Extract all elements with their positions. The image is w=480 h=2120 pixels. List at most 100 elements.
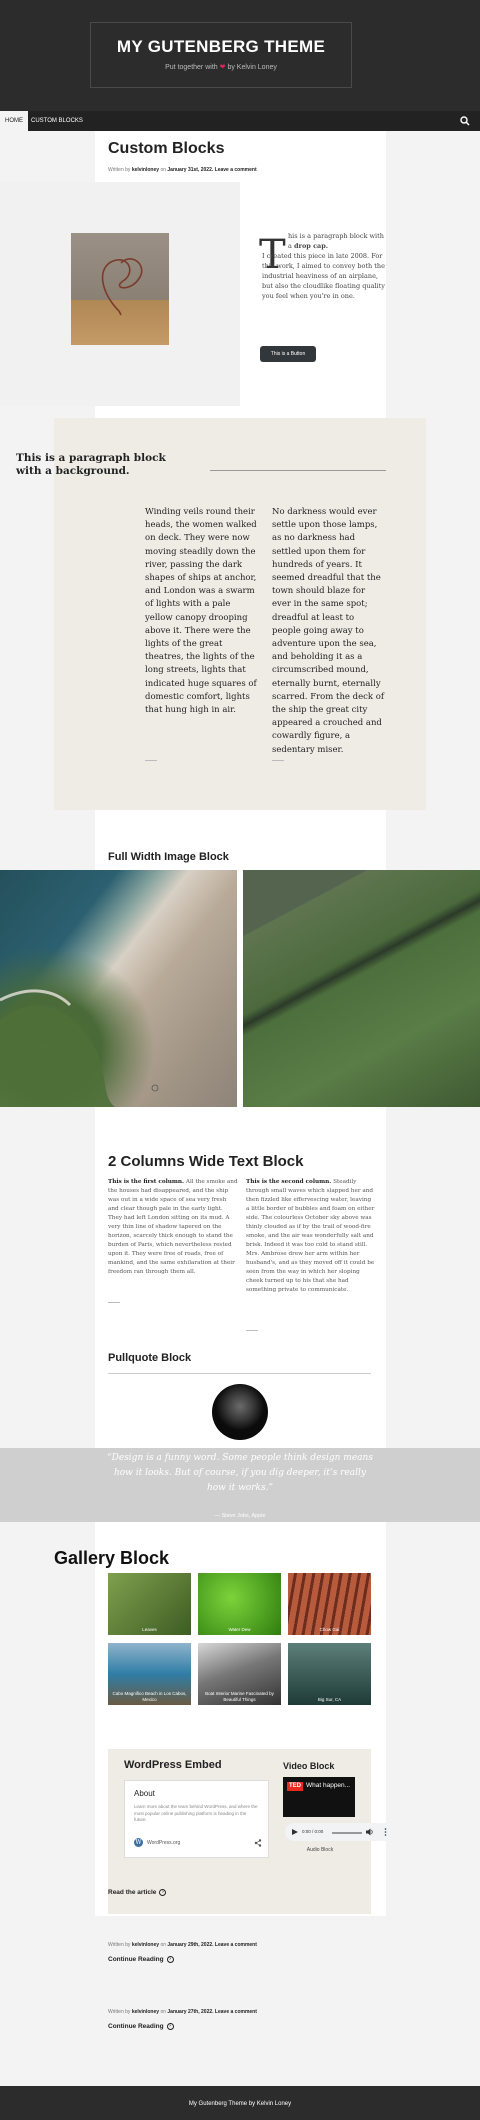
continue-reading-label: Continue Reading	[108, 1956, 164, 1964]
heart-icon: ❤	[219, 64, 226, 71]
gallery-item[interactable]: Chow Gai	[288, 1573, 371, 1635]
audio-caption: Audio Block	[306, 1847, 334, 1853]
column-left-text: All the smoke and the houses had disappe…	[108, 1179, 238, 1275]
gallery-item[interactable]: Water Dew	[198, 1573, 281, 1635]
field-aerial-image	[243, 870, 480, 1107]
post-meta: Written by kelvinloney on January 27th, …	[108, 2009, 257, 2015]
pullquote-title: Pullquote Block	[108, 1352, 192, 1364]
coast-aerial-image	[0, 870, 237, 1107]
gallery-item[interactable]: Big Sur, CA	[288, 1643, 371, 1705]
site-title[interactable]: MY GUTENBERG THEME	[91, 37, 351, 57]
meta-prefix: Written by	[108, 1942, 131, 1948]
arrow-right-icon: ›	[159, 1889, 167, 1896]
heading-rule	[210, 470, 386, 471]
tagline: Put together with ❤ by Kelvin Loney	[91, 63, 351, 71]
background-block-heading: This is a paragraph block with a backgro…	[16, 452, 166, 477]
embed-heading[interactable]: About	[134, 1789, 155, 1798]
meta-prefix: Written by	[108, 2009, 131, 2015]
post-separator	[95, 1983, 386, 1993]
author-link[interactable]: kelvinloney	[132, 1942, 159, 1948]
ted-logo: TED	[287, 1782, 303, 1791]
two-columns-title: 2 Columns Wide Text Block	[108, 1153, 304, 1170]
video-name: What happen...	[306, 1782, 351, 1789]
paragraph-first-lines: his is a paragraph block with a drop cap…	[262, 231, 386, 251]
meta-on: on	[160, 2009, 166, 2015]
nav-item-home[interactable]: HOME	[0, 111, 28, 131]
column-right-lead: This is the second column.	[246, 1179, 332, 1185]
pullquote-citation: — Steve Jobs, Apple	[214, 1513, 266, 1519]
gallery-item[interactable]: Boat Interior Marine Fascinated by Beaut…	[198, 1643, 281, 1705]
arrow-right-icon: ›	[166, 2023, 174, 2030]
paragraph-column-right: No darkness would ever settle upon those…	[272, 507, 385, 755]
embed-site-name[interactable]: WordPress.org	[147, 1840, 180, 1846]
audio-progress[interactable]	[332, 1832, 362, 1834]
continue-reading-label: Continue Reading	[108, 2023, 164, 2031]
sculpture-wire-shape	[101, 258, 143, 316]
embed-description: Learn more about the team behind WordPre…	[134, 1804, 258, 1822]
date-link[interactable]: January 31st, 2022.	[167, 167, 213, 173]
full-width-title: Full Width Image Block	[108, 851, 229, 863]
comment-link[interactable]: Leave a comment	[215, 2009, 257, 2015]
brand-box: MY GUTENBERG THEME Put together with ❤ b…	[90, 22, 352, 88]
continue-reading-link[interactable]: Continue Reading ›	[108, 1956, 174, 1963]
column-divider	[108, 1302, 120, 1303]
comment-link[interactable]: Leave a comment	[215, 167, 257, 173]
author-link[interactable]: kelvinloney	[132, 2009, 159, 2015]
footer-credit[interactable]: My Gutenberg Theme by Kelvin Loney	[0, 2101, 480, 2107]
gallery-caption: Chow Gai	[319, 1626, 340, 1632]
gallery-caption: Cabo Magnifico Beach in Los Cabos, Mexic…	[112, 1691, 187, 1702]
meta-on: on	[160, 1942, 166, 1948]
text-column-right: This is the second column. Steadily thro…	[246, 1178, 376, 1295]
gallery-caption: Leaves	[142, 1626, 157, 1632]
post-meta: Written by kelvinloney on January 31st, …	[108, 167, 257, 173]
embed-title: WordPress Embed	[124, 1759, 222, 1771]
meta-on: on	[160, 167, 166, 173]
cta-button[interactable]: This is a Button	[260, 346, 316, 362]
wordpress-logo-icon: W	[134, 1838, 143, 1847]
gallery-item[interactable]: Leaves	[108, 1573, 191, 1635]
post-separator	[95, 1916, 386, 1926]
search-icon[interactable]	[460, 116, 470, 126]
coast-detail	[0, 989, 159, 1107]
arrow-right-icon: ›	[166, 1956, 174, 1963]
gallery-caption: Boat Interior Marine Fascinated by Beaut…	[205, 1691, 274, 1702]
video-title: Video Block	[283, 1761, 335, 1771]
column-divider	[246, 1330, 258, 1331]
pullquote-rule	[108, 1373, 371, 1374]
site-header: MY GUTENBERG THEME Put together with ❤ b…	[0, 0, 480, 111]
play-icon[interactable]	[292, 1829, 298, 1835]
main-nav: HOME CUSTOM BLOCKS	[0, 111, 480, 131]
volume-icon[interactable]	[366, 1828, 374, 1836]
comment-link[interactable]: Leave a comment	[215, 1942, 257, 1948]
read-article-link[interactable]: Read the article ›	[108, 1889, 167, 1897]
gallery-item[interactable]: Cabo Magnifico Beach in Los Cabos, Mexic…	[108, 1643, 191, 1705]
text-column-left: This is the first column. All the smoke …	[108, 1178, 238, 1277]
avatar	[212, 1384, 268, 1440]
sculpture-image	[71, 233, 169, 345]
meta-prefix: Written by	[108, 167, 131, 173]
post-meta: Written by kelvinloney on January 29th, …	[108, 1942, 257, 1948]
media-text-paragraph: his is a paragraph block with a drop cap…	[262, 231, 386, 301]
page-title: Custom Blocks	[108, 140, 225, 157]
column-divider	[272, 760, 284, 761]
pullquote-text: “Design is a funny word. Some people thi…	[107, 1453, 373, 1493]
share-icon[interactable]	[254, 1839, 262, 1847]
paragraph-column-left: Winding veils round their heads, the wom…	[145, 507, 257, 716]
author-link[interactable]: kelvinloney	[132, 167, 159, 173]
tagline-before: Put together with	[165, 64, 218, 71]
gallery-caption: Water Dew	[228, 1626, 251, 1632]
audio-time: 0:00 / 0:00	[302, 1829, 324, 1834]
gallery-title: Gallery Block	[54, 1548, 170, 1568]
column-right-text: Steadily through small waves which slapp…	[246, 1179, 375, 1293]
date-link[interactable]: January 27th, 2022.	[167, 2009, 213, 2015]
gallery-caption: Big Sur, CA	[317, 1696, 342, 1702]
nav-item-custom-blocks[interactable]: CUSTOM BLOCKS	[26, 111, 88, 131]
column-left-lead: This is the first column.	[108, 1179, 185, 1185]
paragraph-bold: drop cap.	[293, 242, 329, 250]
column-divider	[145, 760, 157, 761]
read-article-label: Read the article	[108, 1889, 157, 1897]
more-options-icon[interactable]	[384, 1828, 387, 1836]
continue-reading-link[interactable]: Continue Reading ›	[108, 2023, 174, 2030]
date-link[interactable]: January 29th, 2022.	[167, 1942, 213, 1948]
tagline-after: by Kelvin Loney	[227, 64, 277, 71]
